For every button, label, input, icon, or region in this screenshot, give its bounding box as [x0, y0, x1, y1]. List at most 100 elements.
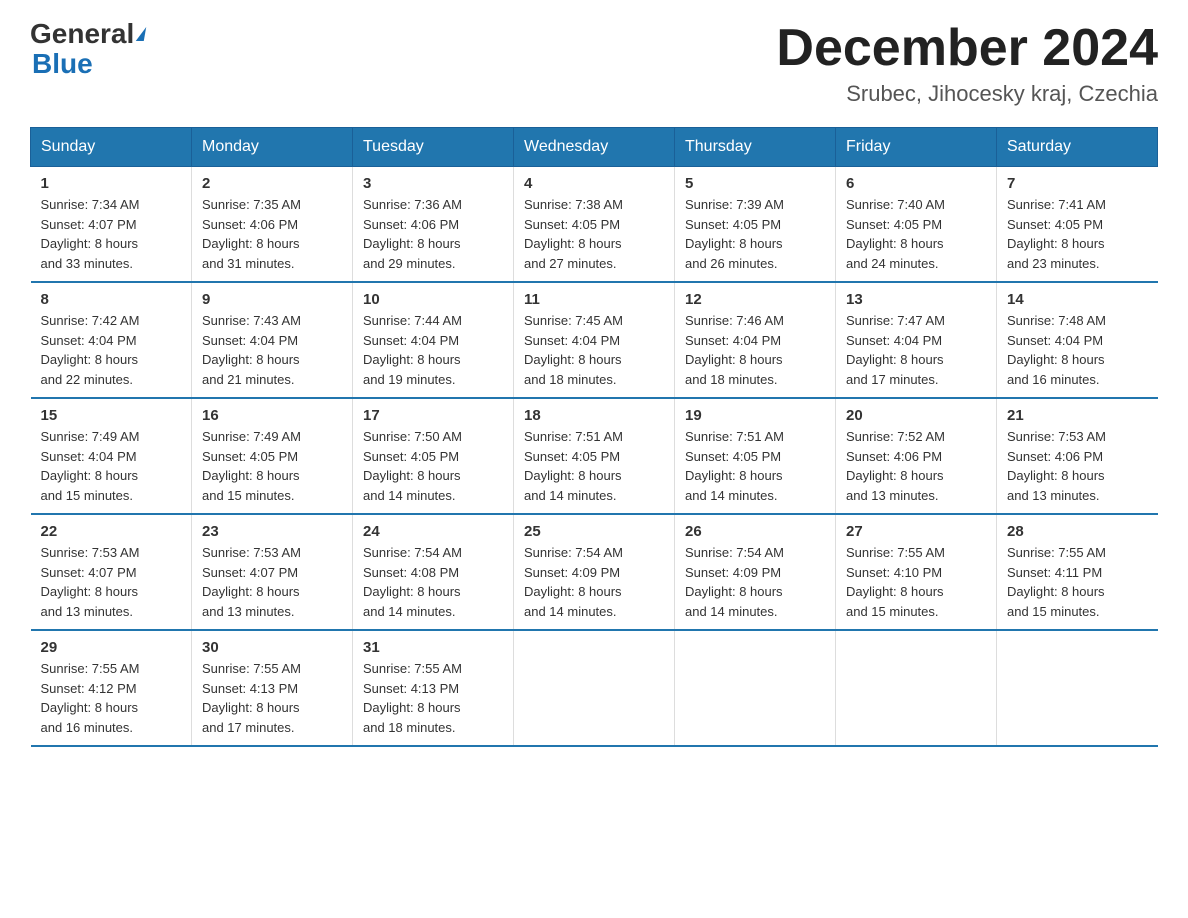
day-number: 25 — [524, 523, 664, 540]
table-row: 5 Sunrise: 7:39 AM Sunset: 4:05 PM Dayli… — [675, 167, 836, 283]
table-row: 7 Sunrise: 7:41 AM Sunset: 4:05 PM Dayli… — [997, 167, 1158, 283]
table-row — [514, 630, 675, 746]
day-info: Sunrise: 7:44 AM Sunset: 4:04 PM Dayligh… — [363, 311, 503, 389]
day-number: 27 — [846, 523, 986, 540]
month-title: December 2024 — [776, 20, 1158, 77]
day-info: Sunrise: 7:49 AM Sunset: 4:04 PM Dayligh… — [41, 427, 182, 505]
day-number: 16 — [202, 407, 342, 424]
day-number: 19 — [685, 407, 825, 424]
day-number: 21 — [1007, 407, 1148, 424]
table-row: 30 Sunrise: 7:55 AM Sunset: 4:13 PM Dayl… — [192, 630, 353, 746]
day-info: Sunrise: 7:40 AM Sunset: 4:05 PM Dayligh… — [846, 195, 986, 273]
table-row: 11 Sunrise: 7:45 AM Sunset: 4:04 PM Dayl… — [514, 282, 675, 398]
day-info: Sunrise: 7:46 AM Sunset: 4:04 PM Dayligh… — [685, 311, 825, 389]
day-number: 30 — [202, 639, 342, 656]
day-number: 3 — [363, 175, 503, 192]
day-number: 2 — [202, 175, 342, 192]
table-row: 29 Sunrise: 7:55 AM Sunset: 4:12 PM Dayl… — [31, 630, 192, 746]
day-number: 10 — [363, 291, 503, 308]
col-sunday: Sunday — [31, 128, 192, 167]
day-number: 5 — [685, 175, 825, 192]
day-number: 14 — [1007, 291, 1148, 308]
table-row: 22 Sunrise: 7:53 AM Sunset: 4:07 PM Dayl… — [31, 514, 192, 630]
table-row: 31 Sunrise: 7:55 AM Sunset: 4:13 PM Dayl… — [353, 630, 514, 746]
calendar-week-row: 22 Sunrise: 7:53 AM Sunset: 4:07 PM Dayl… — [31, 514, 1158, 630]
table-row: 10 Sunrise: 7:44 AM Sunset: 4:04 PM Dayl… — [353, 282, 514, 398]
day-number: 4 — [524, 175, 664, 192]
day-info: Sunrise: 7:53 AM Sunset: 4:07 PM Dayligh… — [41, 543, 182, 621]
col-monday: Monday — [192, 128, 353, 167]
calendar-header-row: Sunday Monday Tuesday Wednesday Thursday… — [31, 128, 1158, 167]
table-row — [836, 630, 997, 746]
table-row: 28 Sunrise: 7:55 AM Sunset: 4:11 PM Dayl… — [997, 514, 1158, 630]
day-number: 31 — [363, 639, 503, 656]
location-title: Srubec, Jihocesky kraj, Czechia — [776, 81, 1158, 107]
table-row: 26 Sunrise: 7:54 AM Sunset: 4:09 PM Dayl… — [675, 514, 836, 630]
col-thursday: Thursday — [675, 128, 836, 167]
table-row: 12 Sunrise: 7:46 AM Sunset: 4:04 PM Dayl… — [675, 282, 836, 398]
day-number: 17 — [363, 407, 503, 424]
day-info: Sunrise: 7:39 AM Sunset: 4:05 PM Dayligh… — [685, 195, 825, 273]
table-row: 19 Sunrise: 7:51 AM Sunset: 4:05 PM Dayl… — [675, 398, 836, 514]
calendar-week-row: 29 Sunrise: 7:55 AM Sunset: 4:12 PM Dayl… — [31, 630, 1158, 746]
logo: General Blue — [30, 20, 145, 80]
day-info: Sunrise: 7:53 AM Sunset: 4:07 PM Dayligh… — [202, 543, 342, 621]
table-row: 17 Sunrise: 7:50 AM Sunset: 4:05 PM Dayl… — [353, 398, 514, 514]
day-info: Sunrise: 7:50 AM Sunset: 4:05 PM Dayligh… — [363, 427, 503, 505]
logo-general-text: General — [30, 20, 134, 48]
table-row: 25 Sunrise: 7:54 AM Sunset: 4:09 PM Dayl… — [514, 514, 675, 630]
day-number: 22 — [41, 523, 182, 540]
col-wednesday: Wednesday — [514, 128, 675, 167]
day-number: 12 — [685, 291, 825, 308]
day-number: 13 — [846, 291, 986, 308]
day-number: 23 — [202, 523, 342, 540]
day-info: Sunrise: 7:51 AM Sunset: 4:05 PM Dayligh… — [524, 427, 664, 505]
table-row: 24 Sunrise: 7:54 AM Sunset: 4:08 PM Dayl… — [353, 514, 514, 630]
day-number: 28 — [1007, 523, 1148, 540]
day-number: 24 — [363, 523, 503, 540]
day-info: Sunrise: 7:42 AM Sunset: 4:04 PM Dayligh… — [41, 311, 182, 389]
day-info: Sunrise: 7:36 AM Sunset: 4:06 PM Dayligh… — [363, 195, 503, 273]
table-row: 27 Sunrise: 7:55 AM Sunset: 4:10 PM Dayl… — [836, 514, 997, 630]
table-row: 3 Sunrise: 7:36 AM Sunset: 4:06 PM Dayli… — [353, 167, 514, 283]
table-row: 4 Sunrise: 7:38 AM Sunset: 4:05 PM Dayli… — [514, 167, 675, 283]
day-info: Sunrise: 7:55 AM Sunset: 4:13 PM Dayligh… — [202, 659, 342, 737]
table-row: 15 Sunrise: 7:49 AM Sunset: 4:04 PM Dayl… — [31, 398, 192, 514]
page-header: General Blue December 2024 Srubec, Jihoc… — [30, 20, 1158, 107]
day-number: 11 — [524, 291, 664, 308]
day-info: Sunrise: 7:54 AM Sunset: 4:08 PM Dayligh… — [363, 543, 503, 621]
day-info: Sunrise: 7:51 AM Sunset: 4:05 PM Dayligh… — [685, 427, 825, 505]
col-tuesday: Tuesday — [353, 128, 514, 167]
table-row: 23 Sunrise: 7:53 AM Sunset: 4:07 PM Dayl… — [192, 514, 353, 630]
day-number: 6 — [846, 175, 986, 192]
table-row: 21 Sunrise: 7:53 AM Sunset: 4:06 PM Dayl… — [997, 398, 1158, 514]
day-number: 26 — [685, 523, 825, 540]
day-info: Sunrise: 7:55 AM Sunset: 4:12 PM Dayligh… — [41, 659, 182, 737]
day-info: Sunrise: 7:34 AM Sunset: 4:07 PM Dayligh… — [41, 195, 182, 273]
col-friday: Friday — [836, 128, 997, 167]
table-row: 2 Sunrise: 7:35 AM Sunset: 4:06 PM Dayli… — [192, 167, 353, 283]
day-number: 29 — [41, 639, 182, 656]
calendar-table: Sunday Monday Tuesday Wednesday Thursday… — [30, 127, 1158, 747]
table-row: 13 Sunrise: 7:47 AM Sunset: 4:04 PM Dayl… — [836, 282, 997, 398]
day-info: Sunrise: 7:45 AM Sunset: 4:04 PM Dayligh… — [524, 311, 664, 389]
calendar-week-row: 15 Sunrise: 7:49 AM Sunset: 4:04 PM Dayl… — [31, 398, 1158, 514]
col-saturday: Saturday — [997, 128, 1158, 167]
day-info: Sunrise: 7:55 AM Sunset: 4:10 PM Dayligh… — [846, 543, 986, 621]
day-number: 7 — [1007, 175, 1148, 192]
day-number: 18 — [524, 407, 664, 424]
day-info: Sunrise: 7:52 AM Sunset: 4:06 PM Dayligh… — [846, 427, 986, 505]
day-info: Sunrise: 7:35 AM Sunset: 4:06 PM Dayligh… — [202, 195, 342, 273]
day-info: Sunrise: 7:48 AM Sunset: 4:04 PM Dayligh… — [1007, 311, 1148, 389]
day-number: 1 — [41, 175, 182, 192]
table-row — [675, 630, 836, 746]
day-info: Sunrise: 7:47 AM Sunset: 4:04 PM Dayligh… — [846, 311, 986, 389]
day-info: Sunrise: 7:49 AM Sunset: 4:05 PM Dayligh… — [202, 427, 342, 505]
day-number: 15 — [41, 407, 182, 424]
table-row: 9 Sunrise: 7:43 AM Sunset: 4:04 PM Dayli… — [192, 282, 353, 398]
logo-blue-text: Blue — [32, 48, 93, 80]
table-row: 8 Sunrise: 7:42 AM Sunset: 4:04 PM Dayli… — [31, 282, 192, 398]
day-info: Sunrise: 7:54 AM Sunset: 4:09 PM Dayligh… — [524, 543, 664, 621]
table-row — [997, 630, 1158, 746]
day-number: 9 — [202, 291, 342, 308]
